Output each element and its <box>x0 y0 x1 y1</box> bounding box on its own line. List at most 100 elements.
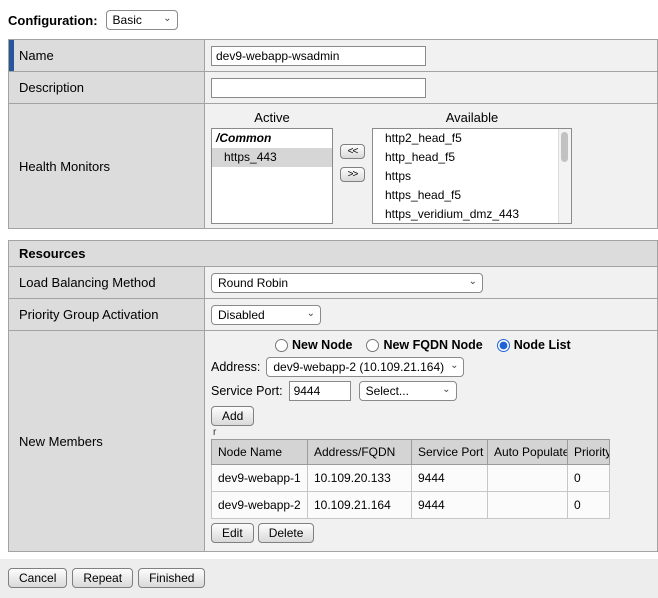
edit-button[interactable]: Edit <box>211 523 254 543</box>
list-item[interactable]: http2_head_f5 <box>373 129 571 148</box>
service-port-line: Service Port: Select... ⌄ <box>211 381 649 401</box>
health-monitors-row: Health Monitors Active /Common https_443… <box>9 104 657 228</box>
list-item[interactable]: https_443 <box>212 148 332 167</box>
name-input[interactable] <box>211 46 426 66</box>
name-label-cell: Name <box>9 40 205 71</box>
priority-group-row: Priority Group Activation Disabled ⌄ <box>9 299 657 331</box>
member-service-port: 9444 <box>412 465 488 492</box>
chevron-down-icon: ⌄ <box>163 14 171 24</box>
members-table-header-row: Node Name Address/FQDN Service Port Auto… <box>212 440 610 465</box>
description-row: Description <box>9 72 657 104</box>
monitor-move-buttons: << >> <box>333 110 372 224</box>
member-address: 10.109.20.133 <box>308 465 412 492</box>
add-button-line: Add <box>211 406 649 426</box>
list-item[interactable]: https <box>373 167 571 186</box>
members-table-header: Priority <box>568 440 610 465</box>
cancel-button[interactable]: Cancel <box>8 568 67 588</box>
description-input[interactable] <box>211 78 426 98</box>
new-members-value-cell: New Node New FQDN Node Node List Address… <box>205 331 657 551</box>
new-node-radio-label: New Node <box>292 338 352 352</box>
priority-group-select-value: Disabled <box>218 308 265 322</box>
member-address: 10.109.21.164 <box>308 492 412 519</box>
health-monitors-label-cell: Health Monitors <box>9 104 205 228</box>
configuration-select[interactable]: Basic ⌄ <box>106 10 178 30</box>
members-table-header: Address/FQDN <box>308 440 412 465</box>
configuration-bar: Configuration: Basic ⌄ <box>0 0 658 39</box>
move-to-available-button[interactable]: >> <box>340 167 365 182</box>
address-select[interactable]: dev9-webapp-2 (10.109.21.164) ⌄ <box>266 357 464 377</box>
active-list-header: Active <box>254 110 289 125</box>
table-row[interactable]: dev9-webapp-1 10.109.20.133 9444 0 <box>212 465 610 492</box>
description-label: Description <box>19 80 84 95</box>
name-value-cell <box>205 40 657 71</box>
delete-button[interactable]: Delete <box>258 523 315 543</box>
address-line: Address: dev9-webapp-2 (10.109.21.164) ⌄ <box>211 357 649 377</box>
node-list-radio[interactable] <box>497 339 510 352</box>
new-node-radio-option[interactable]: New Node <box>275 338 352 352</box>
add-button[interactable]: Add <box>211 406 254 426</box>
member-auto-populate <box>488 492 568 519</box>
active-monitors-listbox[interactable]: /Common https_443 <box>211 128 333 224</box>
priority-group-label: Priority Group Activation <box>19 307 158 322</box>
member-action-buttons: Edit Delete <box>211 523 649 543</box>
available-list-header: Available <box>446 110 499 125</box>
list-item[interactable]: https_veridium_dmz_443 <box>373 205 571 224</box>
new-members-label: New Members <box>19 434 103 449</box>
scrollbar[interactable] <box>558 129 571 223</box>
member-priority: 0 <box>568 465 610 492</box>
finished-button[interactable]: Finished <box>138 568 205 588</box>
port-preset-select-value: Select... <box>366 384 409 398</box>
scrollbar-thumb[interactable] <box>561 132 568 162</box>
load-balancing-row: Load Balancing Method Round Robin ⌄ <box>9 267 657 299</box>
resources-title: Resources <box>19 246 85 261</box>
description-value-cell <box>205 72 657 103</box>
member-node-name: dev9-webapp-2 <box>212 492 308 519</box>
name-label: Name <box>19 48 54 63</box>
service-port-input[interactable] <box>289 381 351 401</box>
member-type-radio-group: New Node New FQDN Node Node List <box>275 338 649 352</box>
member-service-port: 9444 <box>412 492 488 519</box>
list-item[interactable]: http_head_f5 <box>373 148 571 167</box>
members-table-header: Node Name <box>212 440 308 465</box>
move-to-active-button[interactable]: << <box>340 144 365 159</box>
load-balancing-select-value: Round Robin <box>218 276 288 290</box>
member-auto-populate <box>488 465 568 492</box>
address-label: Address: <box>211 360 260 374</box>
new-fqdn-node-radio-option[interactable]: New FQDN Node <box>366 338 482 352</box>
address-select-value: dev9-webapp-2 (10.109.21.164) <box>273 360 444 374</box>
new-members-row: New Members New Node New FQDN Node Node … <box>9 331 657 551</box>
resources-table: Load Balancing Method Round Robin ⌄ Prio… <box>8 266 658 552</box>
load-balancing-label: Load Balancing Method <box>19 275 156 290</box>
members-table-header: Service Port <box>412 440 488 465</box>
members-table-header: Auto Populate <box>488 440 568 465</box>
available-monitors-listbox[interactable]: http2_head_f5 http_head_f5 https https_h… <box>372 128 572 224</box>
table-row[interactable]: dev9-webapp-2 10.109.21.164 9444 0 <box>212 492 610 519</box>
priority-group-value-cell: Disabled ⌄ <box>205 299 657 330</box>
general-properties-table: Name Description Health Monitors Active <box>8 39 658 229</box>
monitor-partition-group: /Common <box>212 129 332 148</box>
priority-group-label-cell: Priority Group Activation <box>9 299 205 330</box>
description-label-cell: Description <box>9 72 205 103</box>
port-preset-select[interactable]: Select... ⌄ <box>359 381 457 401</box>
node-list-radio-option[interactable]: Node List <box>497 338 571 352</box>
repeat-button[interactable]: Repeat <box>72 568 133 588</box>
configuration-label: Configuration: <box>8 13 98 28</box>
health-monitors-label: Health Monitors <box>19 159 110 174</box>
health-monitors-value-cell: Active /Common https_443 << >> Available <box>205 104 657 228</box>
members-table: Node Name Address/FQDN Service Port Auto… <box>211 439 610 519</box>
member-node-name: dev9-webapp-1 <box>212 465 308 492</box>
pool-configuration-page: Configuration: Basic ⌄ Name Description <box>0 0 658 598</box>
new-node-radio[interactable] <box>275 339 288 352</box>
load-balancing-value-cell: Round Robin ⌄ <box>205 267 657 298</box>
chevron-down-icon: ⌄ <box>450 361 458 371</box>
list-item[interactable]: https_head_f5 <box>373 186 571 205</box>
configuration-select-value: Basic <box>113 13 142 27</box>
load-balancing-label-cell: Load Balancing Method <box>9 267 205 298</box>
load-balancing-select[interactable]: Round Robin ⌄ <box>211 273 483 293</box>
required-indicator <box>9 40 14 71</box>
priority-group-select[interactable]: Disabled ⌄ <box>211 305 321 325</box>
new-fqdn-node-radio[interactable] <box>366 339 379 352</box>
chevron-down-icon: ⌄ <box>469 277 477 287</box>
member-priority: 0 <box>568 492 610 519</box>
new-members-label-cell: New Members <box>9 331 205 551</box>
